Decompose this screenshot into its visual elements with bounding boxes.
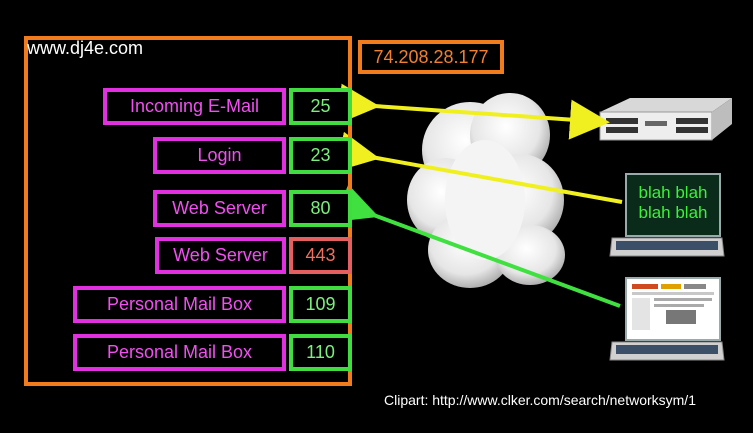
service-label: Personal Mail Box bbox=[73, 334, 286, 371]
laptop-text-line: blah blah bbox=[638, 203, 708, 222]
cloud-icon bbox=[407, 93, 565, 288]
host-name: www.dj4e.com bbox=[27, 38, 144, 58]
port-number: 23 bbox=[289, 137, 352, 174]
clipart-credit: Clipart: http://www.clker.com/search/net… bbox=[384, 392, 696, 408]
laptop-screen-text: blah blah blah blah bbox=[626, 183, 720, 223]
port-number: 80 bbox=[289, 190, 352, 227]
service-label: Web Server bbox=[153, 190, 286, 227]
port-number: 109 bbox=[289, 286, 352, 323]
port-number: 110 bbox=[289, 334, 352, 371]
server-appliance-icon bbox=[599, 98, 732, 141]
service-label: Personal Mail Box bbox=[73, 286, 286, 323]
ip-address: 74.208.28.177 bbox=[358, 40, 504, 74]
service-label: Login bbox=[153, 137, 286, 174]
port-number: 443 bbox=[289, 237, 352, 274]
laptop-text-line: blah blah bbox=[638, 183, 708, 202]
service-label: Web Server bbox=[155, 237, 286, 274]
port-number: 25 bbox=[289, 88, 352, 125]
service-label: Incoming E-Mail bbox=[103, 88, 286, 125]
laptop-browser-icon bbox=[609, 277, 725, 361]
